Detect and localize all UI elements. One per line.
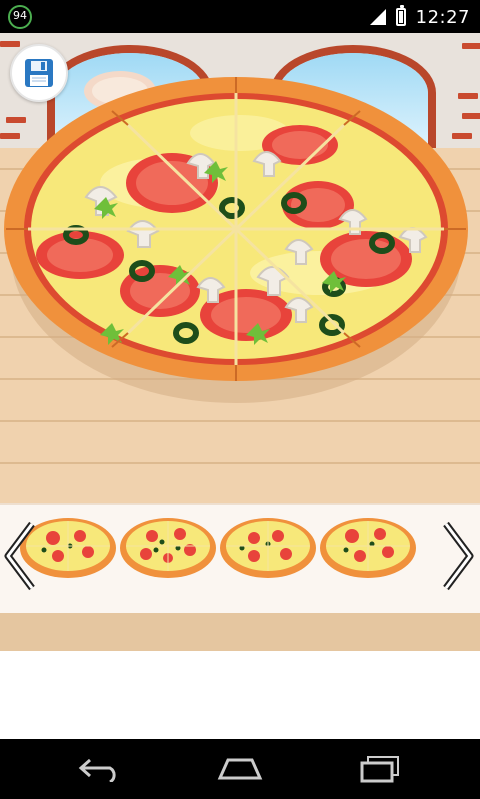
back-button[interactable] bbox=[65, 749, 135, 789]
main-pizza[interactable] bbox=[0, 33, 480, 433]
notification-count: 94 bbox=[13, 9, 27, 22]
recent-apps-icon bbox=[360, 756, 399, 783]
previous-pizza-button[interactable] bbox=[0, 518, 38, 594]
tray-shadow bbox=[0, 613, 480, 651]
recent-apps-button[interactable] bbox=[345, 749, 415, 789]
floor-plank bbox=[0, 462, 480, 464]
pizza-thumbnail[interactable] bbox=[318, 510, 418, 580]
floppy-disk-icon bbox=[25, 59, 53, 87]
chevron-left-icon bbox=[4, 521, 35, 591]
notification-badge: 94 bbox=[8, 5, 32, 29]
battery-icon bbox=[395, 5, 406, 26]
android-nav-bar bbox=[0, 739, 480, 799]
pizza-thumbnail[interactable] bbox=[118, 510, 218, 580]
next-pizza-button[interactable] bbox=[440, 518, 478, 594]
back-arrow-icon bbox=[78, 758, 116, 782]
home-icon bbox=[217, 758, 263, 780]
save-button[interactable] bbox=[10, 44, 68, 102]
status-icons: 12:27 bbox=[369, 4, 470, 30]
chevron-right-icon bbox=[443, 521, 474, 591]
status-bar: 94 12:27 bbox=[0, 0, 480, 33]
home-button[interactable] bbox=[205, 749, 275, 789]
signal-icon bbox=[369, 9, 386, 25]
pizza-thumbnail[interactable] bbox=[218, 510, 318, 580]
clock: 12:27 bbox=[415, 6, 470, 28]
